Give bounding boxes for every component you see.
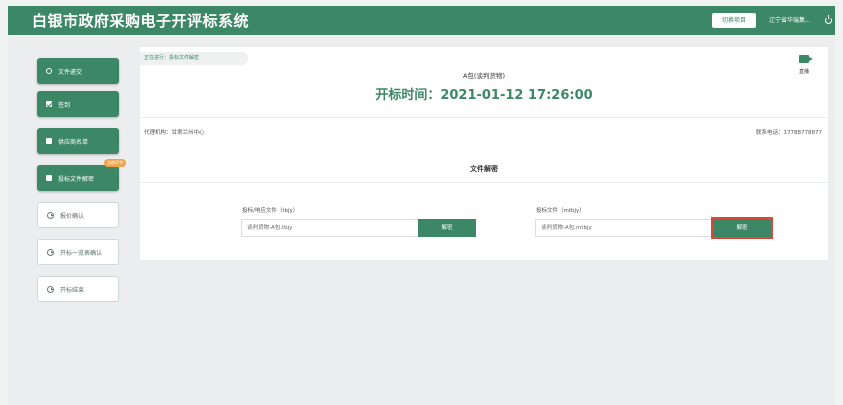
open-time: 开标时间：2021-01-12 17:26:00 [375,88,593,103]
sidebar-item-label: 报价确认 [60,212,85,220]
sidebar-item-price-confirm[interactable]: 报价确认 [37,202,119,228]
list-icon [46,138,52,144]
progress-pill: 正在进行：投标文件解密 [140,52,248,65]
live-stream-button[interactable]: 直播 [791,55,817,75]
section-title: 文件解密 [470,165,498,173]
sidebar-item-opening-sheet-confirm[interactable]: 开标一览表确认 [37,239,119,265]
file-decryption-card: 文件解密 投标/响应文件（tbjy） 谈判货物-A包.tbjy 解密 投标文件（… [140,156,828,260]
current-step-badge: 当前环节 [104,159,126,167]
tbjy-decrypt-button[interactable]: 解密 [418,219,476,237]
video-camera-icon [799,55,813,63]
tbjy-file-field[interactable]: 谈判货物-A包.tbjy [241,219,418,237]
agency-text: 代理机构：甘肃兰州中心 [144,130,205,136]
package-name: A包(谈判货物) [462,72,506,80]
divider [140,117,828,118]
phone-text: 联系电话：17788778877 [756,130,822,136]
live-label: 直播 [798,69,809,75]
clock-icon [47,248,54,256]
clock-icon [47,285,54,293]
sidebar-item-label: 签到 [58,101,71,109]
opening-info-card: 正在进行：投标文件解密 A包(谈判货物) 开标时间：2021-01-12 17:… [140,47,828,157]
divider [140,182,828,183]
sidebar-item-supplier-list[interactable]: 供应商名单 [37,128,119,154]
switch-project-button[interactable]: 切换项目 [712,13,756,28]
tbjy-field-label: 投标/响应文件（tbjy） [242,208,299,214]
check-square-icon [46,101,52,107]
sidebar-item-label: 文件递交 [58,68,83,76]
sidebar-item-bid-decryption[interactable]: 投标文件解密 当前环节 [37,159,126,191]
sidebar-item-label: 开标结束 [60,286,85,294]
folder-icon [46,175,52,181]
sidebar-item-sign-in[interactable]: 签到 [37,91,119,117]
circle-icon [46,68,52,74]
sidebar-item-label: 供应商名单 [58,138,89,146]
sidebar-item-label: 开标一览表确认 [60,249,103,257]
power-icon[interactable] [825,15,832,24]
sidebar-item-label: 投标文件解密 [58,175,95,183]
mtbjy-field-label: 投标文件（mtbjy） [536,208,585,214]
sidebar-item-opening-end[interactable]: 开标结束 [37,276,119,302]
user-name[interactable]: 辽宁省华瑞集... [769,13,811,28]
mtbjy-file-field[interactable]: 谈判货物-A包.mtbjy [535,219,712,237]
sidebar-item-file-submission[interactable]: 文件递交 [37,58,119,84]
top-header: 白银市政府采购电子开评标系统 切换项目 辽宁省华瑞集... [8,6,835,35]
mtbjy-decrypt-button[interactable]: 解密 [711,217,773,239]
clock-icon [47,211,54,219]
app-title: 白银市政府采购电子开评标系统 [32,12,250,30]
